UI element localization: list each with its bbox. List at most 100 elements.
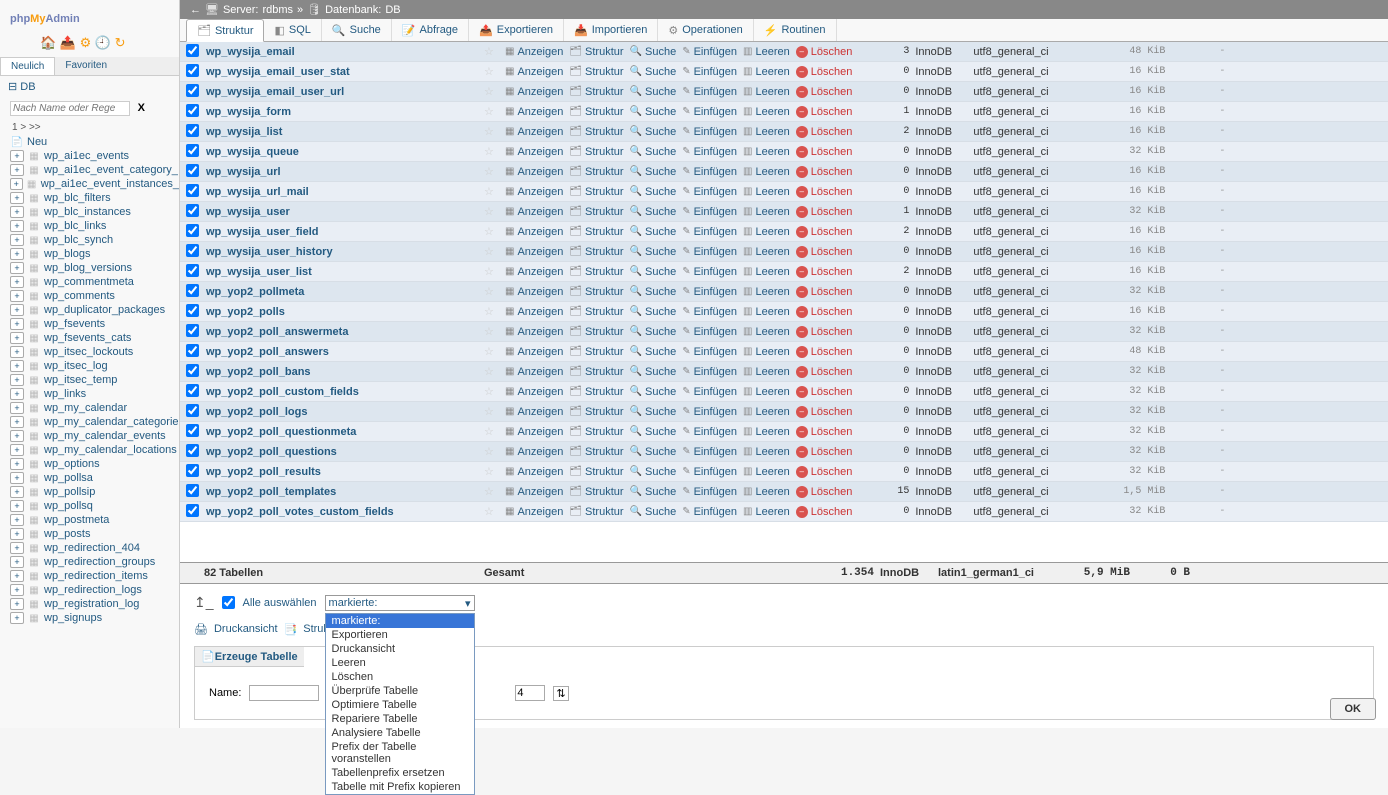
insert-link[interactable]: ✎Einfügen [679, 506, 740, 518]
expand-icon[interactable]: + [10, 150, 24, 162]
table-name-link[interactable]: wp_yop2_poll_answermeta [204, 326, 484, 338]
structure-link[interactable]: 🗂Struktur [566, 166, 626, 178]
drop-link[interactable]: – Löschen [793, 86, 856, 98]
browse-link[interactable]: ▦Anzeigen [502, 66, 566, 78]
table-name-link[interactable]: wp_wysija_email [204, 46, 484, 58]
table-name-link[interactable]: wp_yop2_poll_answers [204, 346, 484, 358]
structure-link[interactable]: 🗂Struktur [566, 506, 626, 518]
expand-icon[interactable]: + [10, 458, 24, 470]
with-selected-dropdown[interactable]: markierte: ▾ [325, 595, 475, 611]
structure-link[interactable]: 🗂Struktur [566, 286, 626, 298]
collation[interactable]: utf8_general_ci [973, 166, 1085, 178]
favorite-star-icon[interactable]: ☆ [484, 325, 502, 338]
collation[interactable]: utf8_general_ci [973, 66, 1085, 78]
favorite-star-icon[interactable]: ☆ [484, 285, 502, 298]
search-link[interactable]: 🔍Suche [627, 146, 680, 158]
insert-link[interactable]: ✎Einfügen [679, 186, 740, 198]
table-name-link[interactable]: wp_yop2_poll_questionmeta [204, 426, 484, 438]
structure-link[interactable]: 🗂Struktur [566, 86, 626, 98]
structure-link[interactable]: 🗂Struktur [566, 366, 626, 378]
tree-table-item[interactable]: +▦wp_blog_versions [10, 261, 179, 275]
insert-link[interactable]: ✎Einfügen [679, 286, 740, 298]
browse-link[interactable]: ▦Anzeigen [502, 506, 566, 518]
favorite-star-icon[interactable]: ☆ [484, 505, 502, 518]
favorite-star-icon[interactable]: ☆ [484, 425, 502, 438]
drop-link[interactable]: – Löschen [793, 386, 856, 398]
row-checkbox[interactable] [186, 64, 199, 77]
expand-icon[interactable]: + [10, 234, 24, 246]
table-name-link[interactable]: wp_wysija_user_history [204, 246, 484, 258]
tree-table-item[interactable]: +▦wp_registration_log [10, 597, 179, 611]
tree-paging[interactable]: 1 > >> [0, 120, 179, 135]
table-name-link[interactable]: wp_yop2_poll_results [204, 466, 484, 478]
expand-icon[interactable]: + [10, 262, 24, 274]
structure-link[interactable]: 🗂Struktur [566, 106, 626, 118]
browse-link[interactable]: ▦Anzeigen [502, 206, 566, 218]
favorite-star-icon[interactable]: ☆ [484, 265, 502, 278]
browse-link[interactable]: ▦Anzeigen [502, 146, 566, 158]
row-checkbox[interactable] [186, 444, 199, 457]
tree-table-item[interactable]: +▦wp_my_calendar [10, 401, 179, 415]
table-name-link[interactable]: wp_yop2_pollmeta [204, 286, 484, 298]
row-checkbox[interactable] [186, 44, 199, 57]
row-checkbox[interactable] [186, 464, 199, 477]
expand-icon[interactable]: + [10, 416, 24, 428]
insert-link[interactable]: ✎Einfügen [679, 226, 740, 238]
row-checkbox[interactable] [186, 144, 199, 157]
breadcrumb-db[interactable]: DB [385, 4, 400, 16]
browse-link[interactable]: ▦Anzeigen [502, 366, 566, 378]
insert-link[interactable]: ✎Einfügen [679, 486, 740, 498]
tree-new[interactable]: 📄Neu [10, 135, 179, 149]
drop-link[interactable]: – Löschen [793, 226, 856, 238]
row-checkbox[interactable] [186, 424, 199, 437]
expand-icon[interactable]: + [10, 178, 23, 190]
search-link[interactable]: 🔍Suche [627, 346, 680, 358]
tree-table-item[interactable]: +▦wp_ai1ec_event_category_ [10, 163, 179, 177]
tree-table-item[interactable]: +▦wp_ai1ec_event_instances_ [10, 177, 179, 191]
drop-link[interactable]: – Löschen [793, 266, 856, 278]
drop-link[interactable]: – Löschen [793, 366, 856, 378]
table-name-link[interactable]: wp_wysija_queue [204, 146, 484, 158]
row-checkbox[interactable] [186, 244, 199, 257]
browse-link[interactable]: ▦Anzeigen [502, 306, 566, 318]
empty-link[interactable]: ▥Leeren [740, 286, 793, 298]
favorite-star-icon[interactable]: ☆ [484, 245, 502, 258]
row-checkbox[interactable] [186, 384, 199, 397]
search-link[interactable]: 🔍Suche [627, 186, 680, 198]
favorite-star-icon[interactable]: ☆ [484, 385, 502, 398]
insert-link[interactable]: ✎Einfügen [679, 66, 740, 78]
tree-table-item[interactable]: +▦wp_postmeta [10, 513, 179, 527]
structure-link[interactable]: 🗂Struktur [566, 186, 626, 198]
favorite-star-icon[interactable]: ☆ [484, 365, 502, 378]
expand-icon[interactable]: + [10, 164, 24, 176]
table-name-link[interactable]: wp_yop2_poll_bans [204, 366, 484, 378]
expand-icon[interactable]: + [10, 192, 24, 204]
dropdown-option[interactable]: Tabellenprefix ersetzen [326, 766, 474, 780]
tree-table-item[interactable]: +▦wp_itsec_temp [10, 373, 179, 387]
tree-table-item[interactable]: +▦wp_my_calendar_categorie [10, 415, 179, 429]
structure-link[interactable]: 🗂Struktur [566, 426, 626, 438]
expand-icon[interactable]: + [10, 528, 24, 540]
print-view-link[interactable]: Druckansicht [214, 623, 278, 636]
drop-link[interactable]: – Löschen [793, 286, 856, 298]
collation[interactable]: utf8_general_ci [973, 246, 1085, 258]
tree-table-item[interactable]: +▦wp_redirection_groups [10, 555, 179, 569]
collation[interactable]: utf8_general_ci [973, 186, 1085, 198]
tree-filter-input[interactable] [10, 101, 130, 116]
row-checkbox[interactable] [186, 304, 199, 317]
empty-link[interactable]: ▥Leeren [740, 266, 793, 278]
empty-link[interactable]: ▥Leeren [740, 226, 793, 238]
expand-icon[interactable]: + [10, 276, 24, 288]
search-link[interactable]: 🔍Suche [627, 106, 680, 118]
collation[interactable]: utf8_general_ci [973, 86, 1085, 98]
row-checkbox[interactable] [186, 84, 199, 97]
empty-link[interactable]: ▥Leeren [740, 466, 793, 478]
table-cols-input[interactable] [515, 685, 545, 701]
drop-link[interactable]: – Löschen [793, 306, 856, 318]
tree-table-item[interactable]: +▦wp_my_calendar_locations [10, 443, 179, 457]
tree-table-item[interactable]: +▦wp_options [10, 457, 179, 471]
tree-root-db[interactable]: ⊟ DB [0, 76, 179, 97]
structure-link[interactable]: 🗂Struktur [566, 46, 626, 58]
dropdown-option[interactable]: Exportieren [326, 628, 474, 642]
collation[interactable]: utf8_general_ci [973, 406, 1085, 418]
